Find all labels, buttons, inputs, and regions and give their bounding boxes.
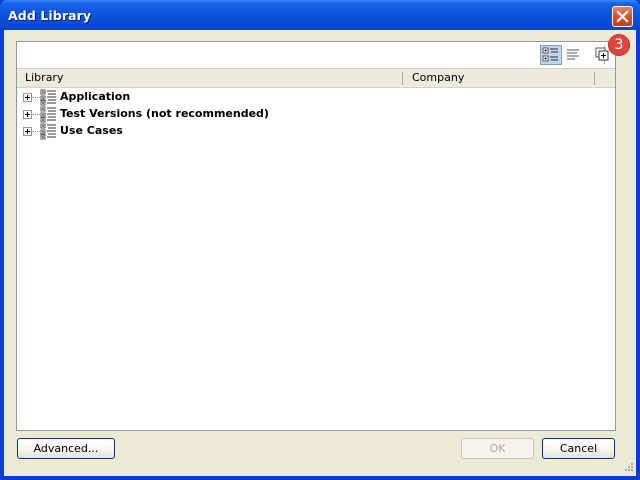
tree-connector [32,131,40,133]
cancel-button[interactable]: Cancel [542,438,615,459]
tree-row-use-cases[interactable]: Use Cases [17,123,615,140]
library-icon [40,106,56,123]
column-header-library[interactable]: Library [25,69,63,87]
list-view-icon [567,49,579,60]
expand-icon[interactable] [23,110,32,119]
expand-icon[interactable] [23,93,32,102]
tree-connector [32,97,40,99]
column-divider[interactable] [594,72,595,85]
view-toolbar [17,42,615,67]
list-view-button[interactable] [563,45,585,65]
tree-item-label[interactable]: Test Versions (not recommended) [60,107,269,120]
tree-row-application[interactable]: Application [17,89,615,106]
expand-icon[interactable] [23,127,32,136]
ok-button[interactable]: OK [461,438,534,459]
close-icon [616,10,629,23]
library-icon [40,123,56,140]
notification-badge: 3 [608,34,630,56]
table-header: Library Company [17,68,615,88]
window-title: Add Library [8,8,92,23]
library-panel: Library Company Application Test Version… [16,41,616,431]
tree-view-button[interactable] [540,45,562,65]
advanced-button[interactable]: Advanced... [17,438,115,459]
add-library-dialog: Add Library Library Company Application … [0,0,640,480]
resize-grip-icon[interactable] [622,462,634,474]
tree-item-label[interactable]: Use Cases [60,124,123,137]
title-bar[interactable]: Add Library [0,0,640,30]
column-header-company[interactable]: Company [412,69,464,87]
library-icon [40,89,56,106]
tree-row-test-versions[interactable]: Test Versions (not recommended) [17,106,615,123]
tree-connector [32,114,40,116]
close-button[interactable] [612,6,633,27]
column-divider[interactable] [402,72,403,85]
tree-item-label[interactable]: Application [60,90,130,103]
tree-view-icon [542,47,558,62]
